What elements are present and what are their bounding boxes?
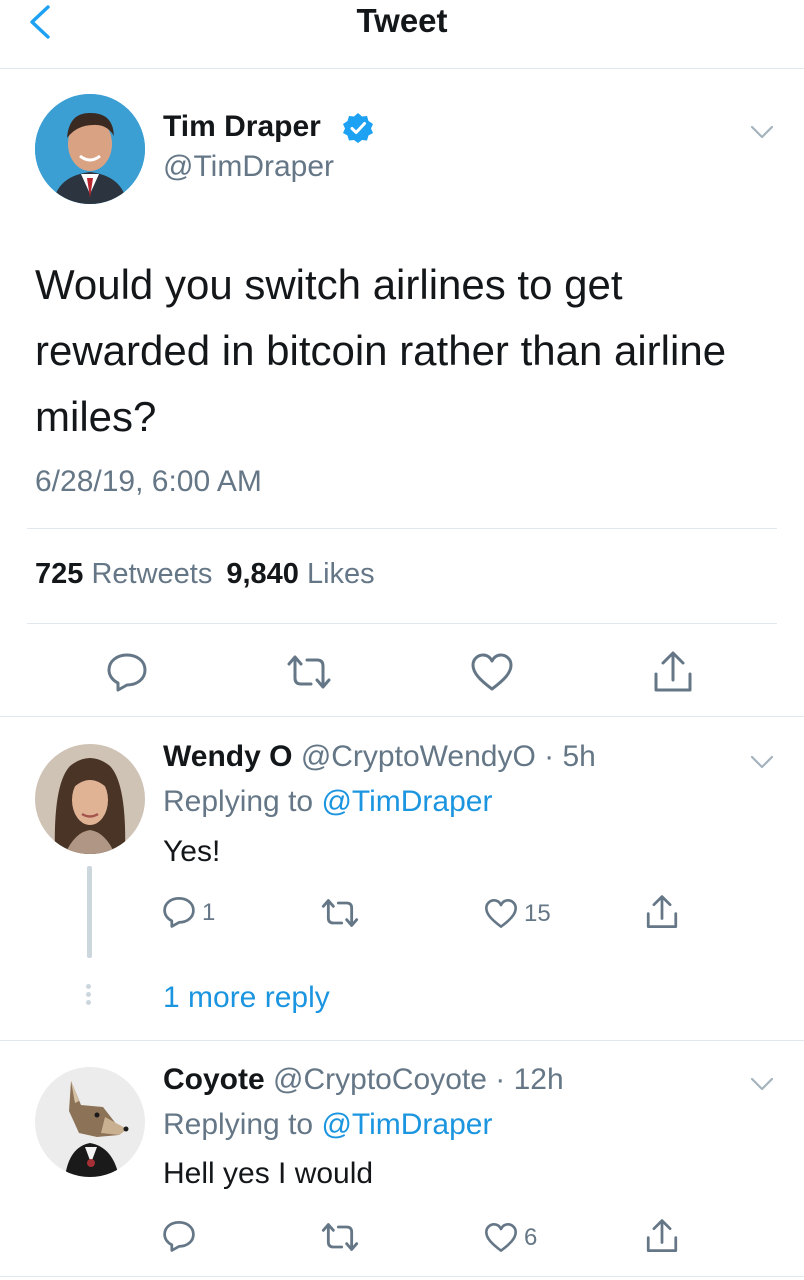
reply-options-button[interactable] [750,1077,774,1091]
like-button[interactable] [470,652,514,692]
share-button[interactable] [652,650,694,694]
share-icon [646,1219,678,1252]
reply-time: 12h [513,1063,564,1096]
retweet-icon [321,899,359,927]
divider [0,716,804,717]
author-avatar[interactable] [35,94,145,204]
tweet-text: Would you switch airlines to get rewarde… [35,261,727,440]
reply-options-button[interactable] [750,755,774,769]
divider [27,623,777,624]
tweet-timestamp: 6/28/19, 6:00 AM [35,465,262,498]
heart-icon [485,899,517,928]
like-button[interactable]: 15 [484,897,564,931]
replying-to: Replying to @TimDraper [163,785,492,819]
tweet-options-button[interactable] [750,125,774,139]
author-handle[interactable]: @TimDraper [163,150,334,184]
show-more-replies-link[interactable]: 1 more reply [163,981,330,1015]
retweets-label: Retweets [91,558,213,590]
reply-author-name[interactable]: Coyote [163,1063,265,1096]
tweet-stats: 725 Retweets 9,840 Likes [35,558,375,591]
share-button[interactable] [645,1218,679,1254]
separator-dot: · [486,1063,514,1096]
share-icon [654,651,692,692]
reply-button[interactable] [106,652,148,692]
reply-text: Hell yes I would [163,1157,374,1190]
reply-icon [163,1221,195,1252]
reply-icon [107,653,147,692]
person-portrait-icon [35,94,145,204]
like-count: 6 [524,1224,538,1251]
retweet-icon [287,655,331,689]
person-portrait-icon [35,744,145,854]
verified-badge-icon [342,112,374,144]
likes-stat[interactable]: 9,840 Likes [226,558,374,590]
reply-author-handle[interactable]: @CryptoWendyO [301,740,536,773]
page-title: Tweet [356,2,448,39]
divider [27,528,777,529]
divider [0,1040,804,1041]
retweet-button[interactable] [285,654,333,690]
thread-line [87,866,92,958]
divider [0,1276,804,1277]
replying-to-link[interactable]: @TimDraper [321,785,492,818]
thread-dots-icon [86,984,92,1010]
replying-to-label: Replying to [163,1108,314,1141]
share-button[interactable] [645,894,679,930]
reply-text: Yes! [163,835,221,868]
heart-icon [485,1223,517,1252]
retweet-button[interactable] [320,1222,362,1252]
reply-count: 1 [202,899,216,926]
likes-count: 9,840 [226,558,299,590]
retweet-button[interactable] [320,898,362,928]
chevron-down-icon [750,125,774,139]
separator-dot: · [535,740,563,773]
reply-avatar[interactable] [35,744,145,854]
chevron-down-icon [750,755,774,769]
heart-icon [471,653,513,691]
retweets-count: 725 [35,558,84,590]
reply-icon [163,897,195,928]
reply-author-name[interactable]: Wendy O [163,740,292,773]
likes-label: Likes [306,558,375,590]
share-icon [646,895,678,928]
replying-to-label: Replying to [163,785,314,818]
chevron-down-icon [750,1077,774,1091]
reply-header: Coyote @CryptoCoyote · 12h [163,1063,564,1097]
author-name[interactable]: Tim Draper [163,110,321,144]
retweets-stat[interactable]: 725 Retweets [35,558,212,590]
reply-author-handle[interactable]: @CryptoCoyote [273,1063,487,1096]
reply-button[interactable] [162,1220,202,1254]
reply-time: 5h [562,740,596,773]
like-button[interactable]: 6 [484,1221,554,1255]
like-count: 15 [524,900,551,927]
coyote-portrait-icon [35,1067,145,1177]
reply-header: Wendy O @CryptoWendyO · 5h [163,740,596,774]
replying-to: Replying to @TimDraper [163,1108,492,1142]
reply-avatar[interactable] [35,1067,145,1177]
retweet-icon [321,1223,359,1251]
reply-button[interactable]: 1 [162,896,232,930]
replying-to-link[interactable]: @TimDraper [321,1108,492,1141]
